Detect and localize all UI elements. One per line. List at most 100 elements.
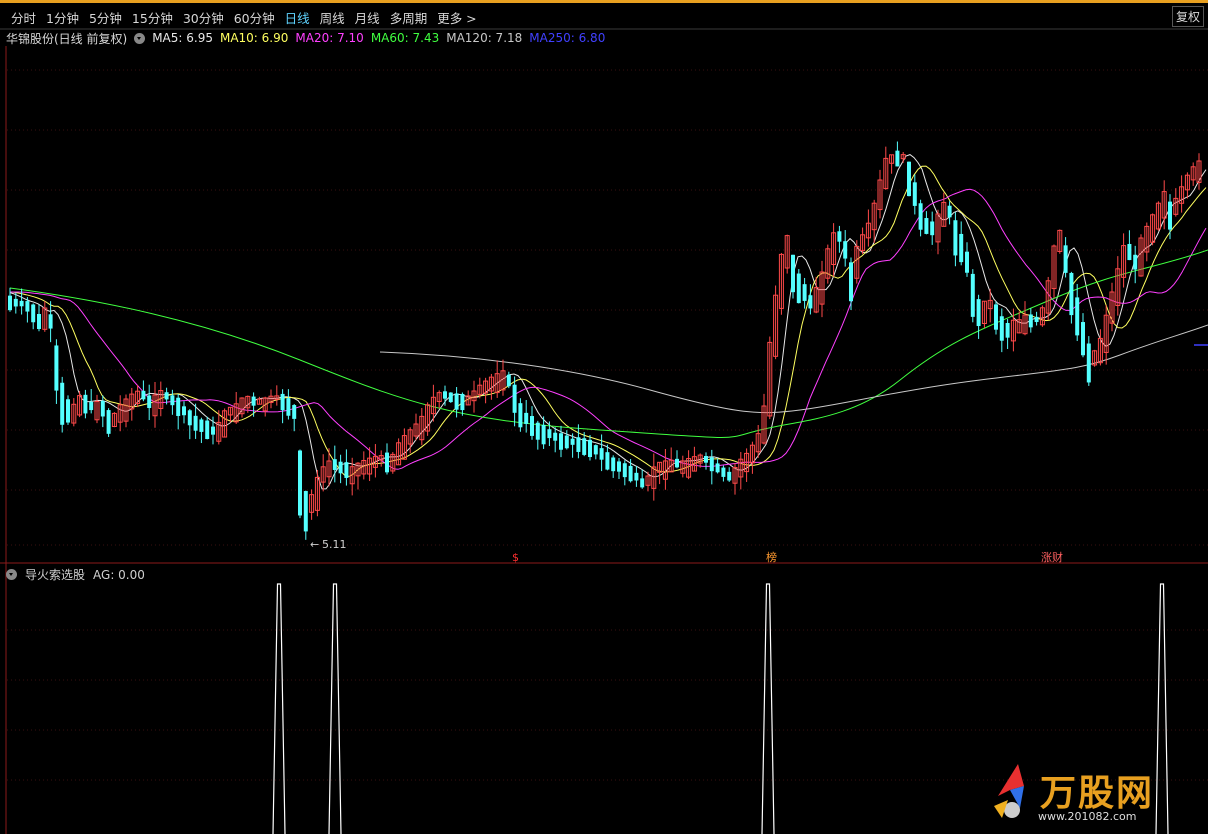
candle-down bbox=[564, 435, 569, 449]
candle-down bbox=[251, 396, 256, 406]
kline-chart[interactable]: 5.11 ← $ 榜 涨财 bbox=[0, 0, 1208, 834]
low-price-label: 5.11 bbox=[322, 538, 347, 551]
candle-down bbox=[89, 401, 94, 411]
candle-down bbox=[512, 384, 517, 413]
candle-down bbox=[924, 218, 929, 234]
candle-down bbox=[640, 478, 645, 488]
badge-dollar[interactable]: $ bbox=[512, 551, 519, 564]
candle-down bbox=[559, 433, 563, 450]
candle-down bbox=[1133, 254, 1138, 270]
candle-down bbox=[541, 424, 546, 445]
watermark-logo: 万股网 www.201082.com bbox=[990, 756, 1200, 828]
candle-down bbox=[385, 452, 389, 473]
candle-down bbox=[66, 399, 70, 423]
badge-zhangcai[interactable]: 涨财 bbox=[1041, 550, 1063, 564]
candle-down bbox=[796, 273, 801, 304]
candle-down bbox=[593, 445, 598, 455]
logo-url: www.201082.com bbox=[1038, 810, 1137, 823]
candle-down bbox=[443, 391, 447, 399]
indicator-bar: 导火索选股 AG: 0.00 bbox=[6, 566, 153, 583]
logo-arrow-icon bbox=[994, 764, 1024, 818]
candle-down bbox=[344, 462, 349, 478]
candle-down bbox=[524, 412, 529, 424]
candle-down bbox=[100, 400, 105, 417]
badge-bang[interactable]: 榜 bbox=[766, 550, 777, 564]
candle-down bbox=[199, 419, 204, 432]
candle-down bbox=[280, 393, 285, 411]
candle-down bbox=[48, 314, 53, 329]
candle-down bbox=[605, 452, 610, 470]
candle-down bbox=[727, 471, 732, 481]
candle-down bbox=[286, 398, 291, 416]
candle-down bbox=[54, 345, 59, 391]
candle-down bbox=[907, 161, 911, 197]
candle-down bbox=[303, 491, 308, 532]
candle-down bbox=[709, 457, 714, 472]
candle-down bbox=[164, 392, 169, 400]
candle-down bbox=[292, 405, 297, 419]
candle-down bbox=[1081, 322, 1085, 356]
candle-down bbox=[837, 231, 842, 242]
candle-down bbox=[13, 298, 18, 307]
candle-down bbox=[930, 221, 935, 236]
candle-down bbox=[1127, 243, 1132, 261]
indicator-toggle-icon[interactable] bbox=[6, 569, 17, 580]
candle-down bbox=[617, 461, 621, 472]
candle-down bbox=[448, 392, 453, 403]
candle-down bbox=[999, 316, 1004, 341]
indicator-spike bbox=[328, 583, 342, 834]
candle-down bbox=[1063, 245, 1068, 273]
candle-down bbox=[518, 403, 523, 428]
candle-down bbox=[60, 382, 65, 425]
candle-down bbox=[176, 397, 181, 416]
candle-down bbox=[1168, 201, 1172, 230]
candle-down bbox=[721, 467, 726, 477]
candle-down bbox=[976, 299, 981, 327]
candle-down bbox=[843, 241, 848, 259]
candle-down bbox=[634, 472, 639, 481]
candle-down bbox=[1028, 314, 1033, 328]
candle-down bbox=[994, 304, 998, 330]
logo-brand: 万股网 bbox=[1040, 773, 1155, 814]
candle-down bbox=[141, 390, 146, 400]
indicator-spike bbox=[761, 583, 775, 834]
candle-down bbox=[622, 463, 627, 478]
candle-down bbox=[675, 458, 679, 468]
indicator-spike bbox=[272, 583, 286, 834]
candle-down bbox=[530, 416, 534, 436]
candle-down bbox=[576, 437, 581, 452]
candle-down bbox=[553, 432, 558, 441]
candle-down bbox=[147, 395, 152, 409]
candle-down bbox=[582, 438, 587, 455]
candle-down bbox=[1005, 323, 1010, 338]
candle-down bbox=[8, 295, 12, 311]
candle-down bbox=[970, 273, 975, 317]
candle-down bbox=[849, 262, 853, 302]
candle-down bbox=[599, 448, 604, 460]
candle-down bbox=[332, 459, 337, 470]
candle-down bbox=[953, 220, 958, 256]
candle-down bbox=[947, 205, 952, 218]
candle-down bbox=[83, 394, 88, 414]
candle-down bbox=[193, 415, 198, 431]
indicator-value: AG: 0.00 bbox=[93, 567, 145, 582]
candle-down bbox=[106, 410, 111, 434]
candle-down bbox=[19, 300, 24, 307]
candle-down bbox=[802, 284, 807, 301]
indicator-name[interactable]: 导火索选股 bbox=[25, 566, 85, 583]
candle-down bbox=[628, 465, 633, 482]
candle-down bbox=[808, 295, 813, 309]
candle-down bbox=[182, 406, 186, 416]
candle-down bbox=[460, 393, 465, 411]
candle-down bbox=[187, 410, 192, 426]
candle-down bbox=[704, 455, 708, 463]
candle-down bbox=[338, 461, 343, 474]
candle-down bbox=[1069, 272, 1074, 316]
candle-down bbox=[1075, 297, 1080, 336]
candle-down bbox=[547, 429, 552, 439]
candle-down bbox=[791, 254, 795, 293]
candle-down bbox=[959, 233, 964, 263]
arrow-left-icon: ← bbox=[310, 538, 319, 551]
candle-down bbox=[25, 301, 30, 312]
candle-down bbox=[611, 457, 616, 472]
